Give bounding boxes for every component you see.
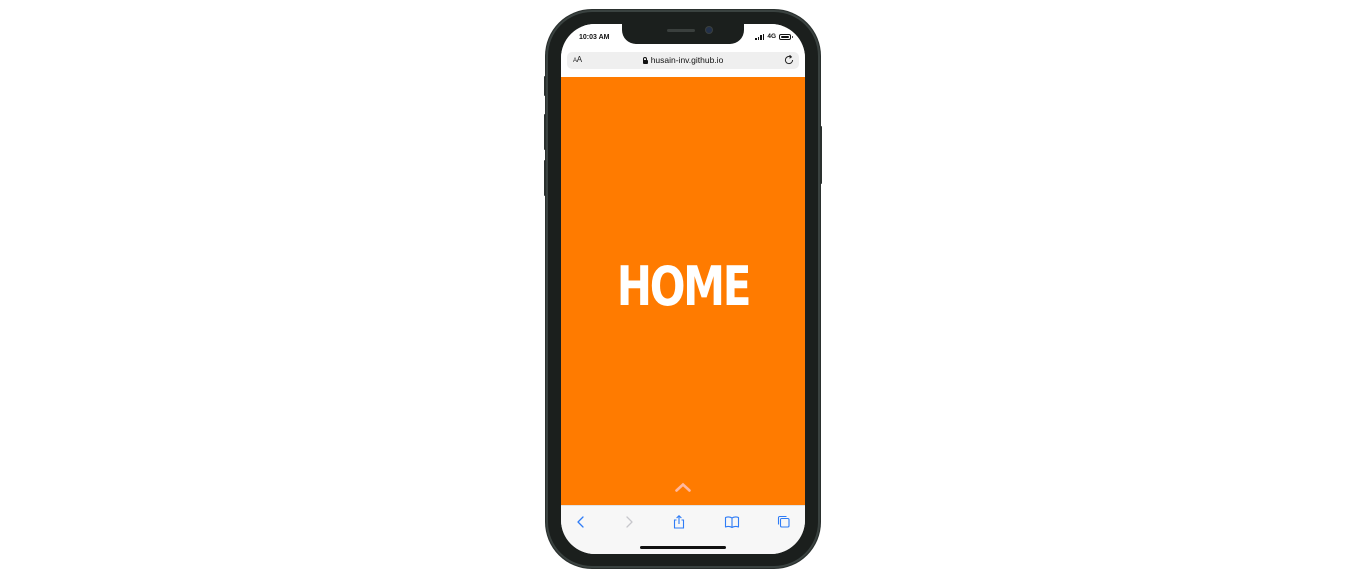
url-display[interactable]: husain-inv.github.io (567, 55, 799, 65)
power-button (820, 126, 822, 184)
reload-icon[interactable] (783, 54, 795, 66)
speaker-grille (667, 29, 695, 32)
volume-down-button (544, 160, 546, 196)
lock-icon (642, 57, 648, 64)
url-text: husain-inv.github.io (650, 55, 724, 65)
signal-icon (755, 33, 765, 40)
camera-icon (706, 27, 712, 33)
phone-screen: 10:03 AM 4G AA husain-inv.github.io HOME (561, 24, 805, 554)
browser-toolbar (561, 505, 805, 554)
share-icon[interactable] (671, 515, 687, 529)
volume-up-button (544, 114, 546, 150)
network-label: 4G (767, 33, 776, 40)
address-bar[interactable]: AA husain-inv.github.io (567, 52, 799, 69)
notch (622, 24, 744, 44)
scroll-up-icon[interactable] (674, 481, 692, 493)
stage: 10:03 AM 4G AA husain-inv.github.io HOME (0, 0, 1366, 578)
phone-frame: 10:03 AM 4G AA husain-inv.github.io HOME (544, 10, 822, 568)
bookmarks-icon[interactable] (724, 515, 740, 529)
status-indicators: 4G (755, 33, 793, 40)
home-indicator[interactable] (640, 546, 726, 549)
back-icon[interactable] (573, 515, 589, 529)
status-time: 10:03 AM (579, 34, 610, 41)
page-heading: HOME (616, 255, 752, 318)
mute-switch (544, 76, 546, 96)
battery-icon (779, 33, 793, 40)
forward-icon[interactable] (621, 515, 637, 529)
page-content: HOME (561, 77, 805, 505)
tabs-icon[interactable] (776, 515, 792, 529)
